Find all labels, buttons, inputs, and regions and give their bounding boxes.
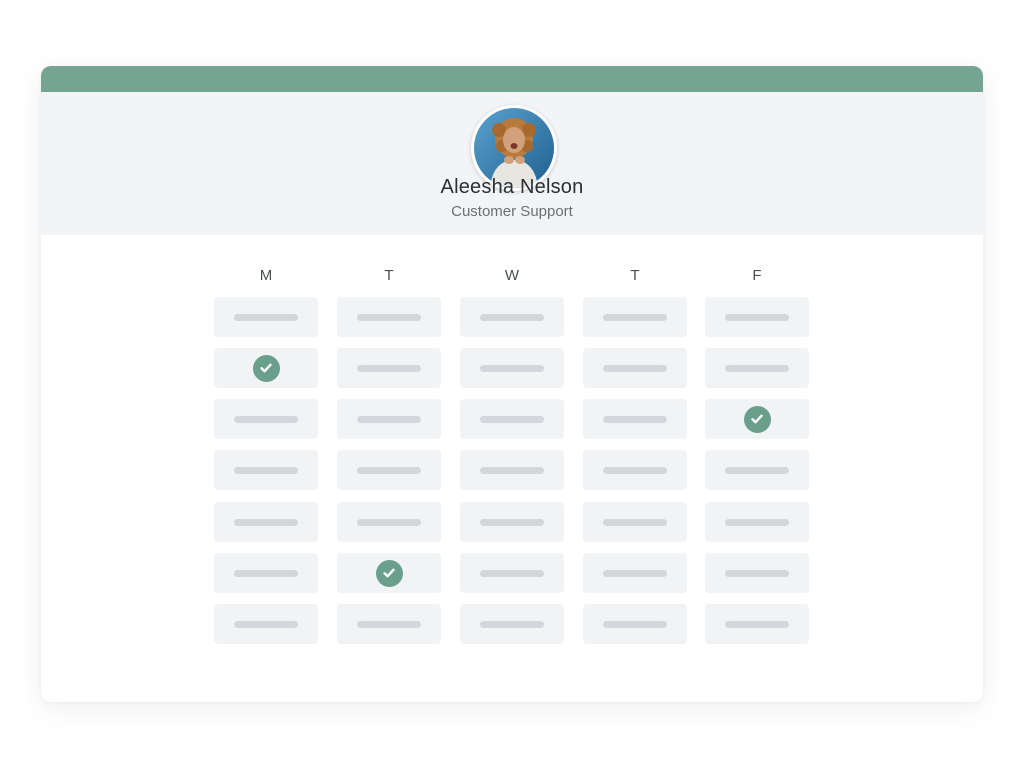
day-label: T (384, 267, 394, 284)
slot-placeholder-bar (603, 313, 667, 321)
time-slot[interactable] (337, 399, 441, 439)
slot-placeholder-bar (357, 313, 421, 321)
time-slot[interactable] (705, 553, 809, 593)
time-slot[interactable] (460, 553, 564, 593)
time-slot[interactable] (705, 297, 809, 337)
slot-placeholder-bar (234, 518, 298, 526)
slot-placeholder-bar (234, 466, 298, 474)
check-icon (252, 354, 280, 382)
time-slot[interactable] (705, 399, 809, 439)
day-label: M (259, 267, 273, 284)
profile-name: Aleesha Nelson (440, 176, 584, 198)
slot-placeholder-bar (234, 569, 298, 577)
time-slot[interactable] (214, 297, 318, 337)
time-slot[interactable] (583, 604, 687, 644)
time-slot[interactable] (583, 399, 687, 439)
day-label: T (630, 267, 640, 284)
slot-placeholder-bar (603, 415, 667, 423)
time-slot[interactable] (460, 450, 564, 490)
time-slot[interactable] (337, 348, 441, 388)
time-slot[interactable] (583, 553, 687, 593)
profile-header: Aleesha Nelson Customer Support (41, 92, 983, 235)
time-slot[interactable] (583, 502, 687, 542)
check-icon (375, 559, 403, 587)
time-slot[interactable] (337, 604, 441, 644)
slot-placeholder-bar (480, 313, 544, 321)
slot-placeholder-bar (357, 620, 421, 628)
time-slot[interactable] (214, 502, 318, 542)
time-slot[interactable] (583, 348, 687, 388)
slot-placeholder-bar (480, 364, 544, 372)
slot-placeholder-bar (480, 466, 544, 474)
time-slot[interactable] (214, 348, 318, 388)
slot-placeholder-bar (725, 364, 789, 372)
slot-placeholder-bar (480, 569, 544, 577)
day-label: W (504, 267, 520, 284)
slot-placeholder-bar (603, 466, 667, 474)
accent-top-bar (41, 66, 983, 92)
time-slot[interactable] (337, 450, 441, 490)
slot-placeholder-bar (234, 415, 298, 423)
slot-placeholder-bar (357, 466, 421, 474)
slot-placeholder-bar (603, 569, 667, 577)
slot-placeholder-bar (357, 518, 421, 526)
time-slot[interactable] (705, 604, 809, 644)
slot-placeholder-bar (725, 569, 789, 577)
slot-placeholder-bar (234, 313, 298, 321)
slot-placeholder-bar (725, 466, 789, 474)
time-slot[interactable] (583, 297, 687, 337)
profile-role: Customer Support (451, 203, 573, 220)
slot-placeholder-bar (725, 518, 789, 526)
time-slot[interactable] (337, 297, 441, 337)
slot-placeholder-bar (357, 364, 421, 372)
time-slot[interactable] (460, 399, 564, 439)
slot-placeholder-bar (480, 620, 544, 628)
schedule-card: Aleesha Nelson Customer Support M T W T F (41, 66, 983, 702)
time-slot[interactable] (337, 553, 441, 593)
day-label: F (752, 267, 762, 284)
slot-placeholder-bar (603, 364, 667, 372)
slot-placeholder-bar (357, 415, 421, 423)
time-slot[interactable] (460, 348, 564, 388)
time-slot[interactable] (460, 502, 564, 542)
time-slot[interactable] (214, 450, 318, 490)
time-slot[interactable] (337, 502, 441, 542)
slot-placeholder-bar (480, 415, 544, 423)
time-slot[interactable] (214, 604, 318, 644)
slot-placeholder-bar (603, 518, 667, 526)
slot-placeholder-bar (234, 620, 298, 628)
time-slot[interactable] (583, 450, 687, 490)
slot-placeholder-bar (725, 620, 789, 628)
time-slot[interactable] (705, 450, 809, 490)
time-slot[interactable] (705, 502, 809, 542)
time-slot[interactable] (705, 348, 809, 388)
time-slot[interactable] (460, 297, 564, 337)
slot-placeholder-bar (480, 518, 544, 526)
slot-placeholder-bar (603, 620, 667, 628)
check-icon (743, 405, 771, 433)
time-slot[interactable] (214, 399, 318, 439)
time-slot[interactable] (460, 604, 564, 644)
time-slot[interactable] (214, 553, 318, 593)
slot-placeholder-bar (725, 313, 789, 321)
